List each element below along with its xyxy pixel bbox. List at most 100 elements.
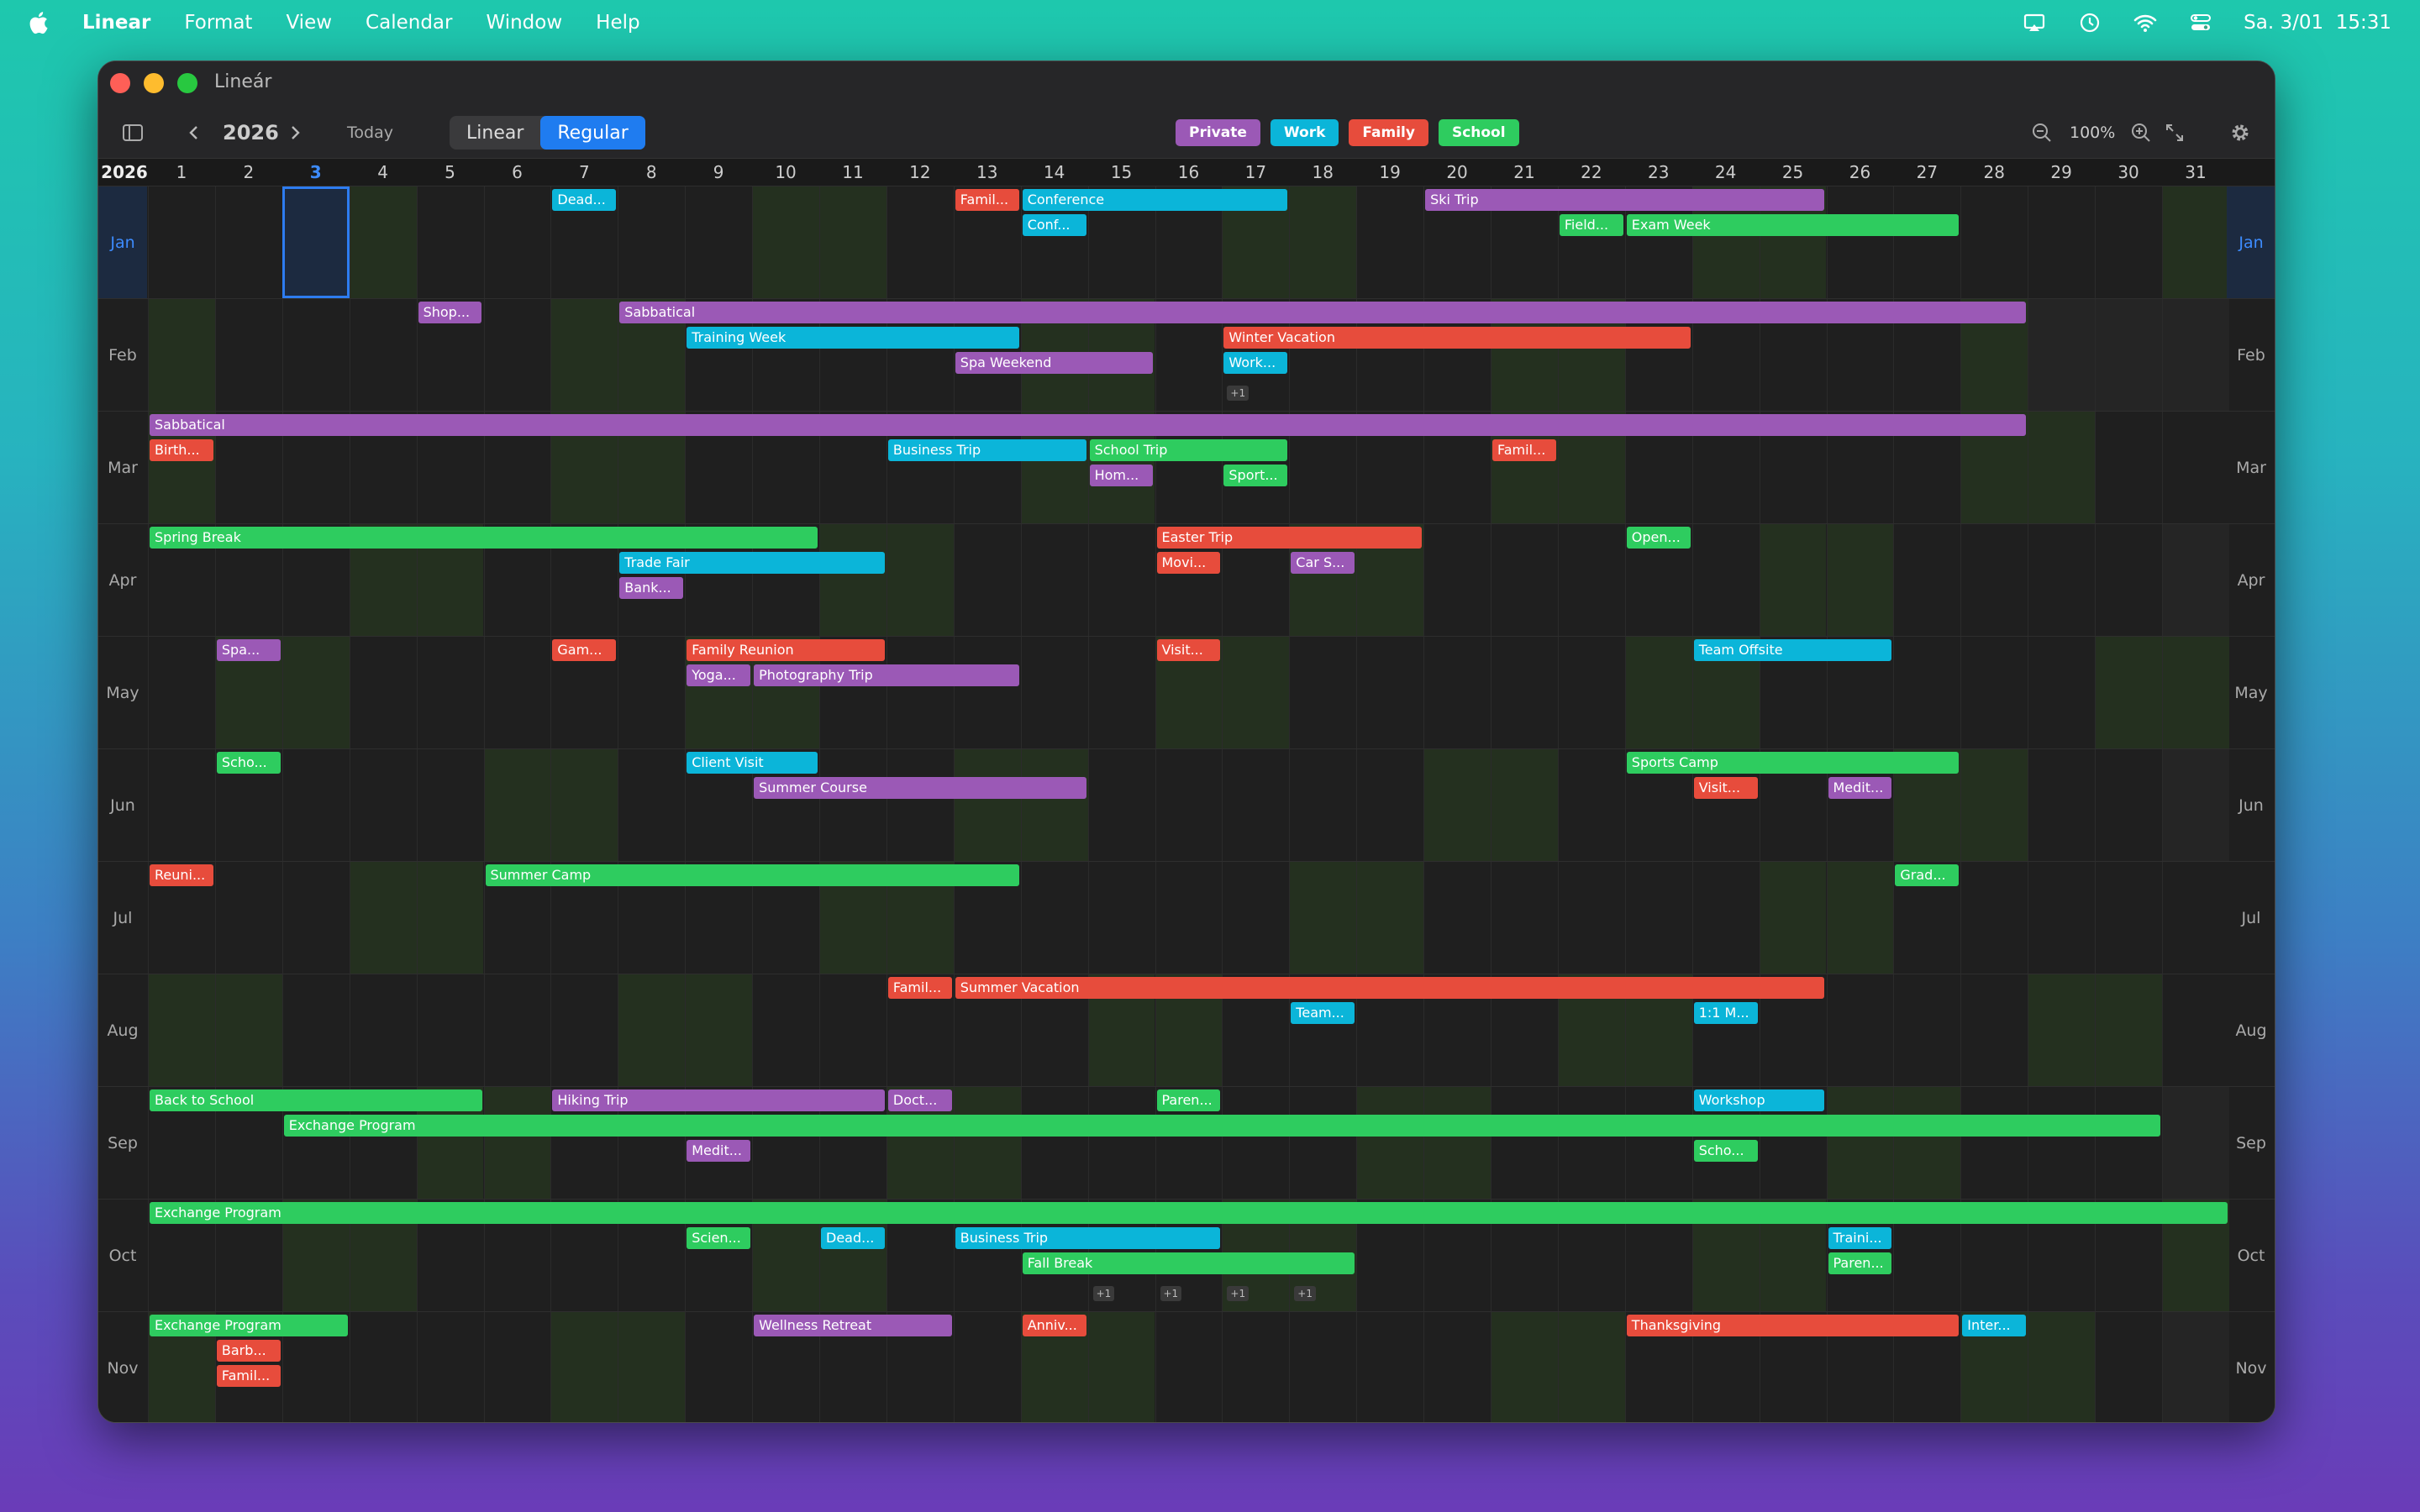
day-cell[interactable] xyxy=(2162,412,2229,523)
day-cell[interactable] xyxy=(1624,637,1692,748)
fit-to-window-button[interactable] xyxy=(2162,107,2187,159)
day-cell[interactable] xyxy=(618,749,685,861)
day-cell[interactable] xyxy=(2028,974,2096,1086)
day-cell[interactable] xyxy=(1087,749,1155,861)
day-cell[interactable] xyxy=(618,974,686,1086)
day-cell[interactable] xyxy=(2028,749,2095,861)
day-cell[interactable] xyxy=(483,637,551,748)
event-bar[interactable]: Paren... xyxy=(1828,1252,1892,1274)
day-cell[interactable] xyxy=(1826,862,1894,974)
day-cell[interactable] xyxy=(1826,524,1894,636)
day-cell[interactable] xyxy=(1893,524,1960,636)
event-bar[interactable]: Work... xyxy=(1223,352,1288,374)
event-bar[interactable]: Bank... xyxy=(619,577,684,599)
zoom-button[interactable] xyxy=(177,73,197,93)
day-cell[interactable] xyxy=(1356,862,1424,974)
day-cell[interactable] xyxy=(1289,186,1357,298)
day-cell[interactable] xyxy=(1356,186,1423,298)
day-cell[interactable] xyxy=(483,186,551,298)
event-bar[interactable]: Spring Break xyxy=(150,527,818,549)
day-cell[interactable] xyxy=(2028,637,2095,748)
event-bar[interactable]: Back to School xyxy=(150,1089,482,1111)
day-cell[interactable] xyxy=(1087,1087,1155,1199)
day-cell[interactable] xyxy=(1423,1087,1491,1199)
event-bar[interactable]: Summer Vacation xyxy=(955,977,1825,999)
day-cell[interactable] xyxy=(148,186,215,298)
event-bar[interactable]: Client Visit xyxy=(687,752,818,774)
day-cell[interactable] xyxy=(1222,749,1289,861)
day-cell[interactable] xyxy=(1356,1312,1423,1422)
day-cell[interactable] xyxy=(281,974,350,1086)
day-cell[interactable] xyxy=(1624,862,1692,974)
day-cell[interactable] xyxy=(1624,1087,1692,1199)
day-cell[interactable] xyxy=(618,1312,686,1422)
day-cell[interactable] xyxy=(281,186,350,298)
time-machine-icon[interactable] xyxy=(2077,10,2102,35)
day-cell[interactable] xyxy=(349,862,417,974)
day-cell[interactable] xyxy=(1960,186,2028,298)
day-cell[interactable] xyxy=(1423,862,1491,974)
day-cell[interactable] xyxy=(1960,974,2028,1086)
day-cell[interactable] xyxy=(819,749,886,861)
menu-format[interactable]: Format xyxy=(184,12,252,34)
tag-family[interactable]: Family xyxy=(1349,119,1428,146)
day-cell[interactable] xyxy=(685,1312,752,1422)
day-cell[interactable] xyxy=(1423,637,1491,748)
day-cell[interactable] xyxy=(752,974,819,1086)
day-cell[interactable] xyxy=(2162,186,2229,298)
day-cell[interactable] xyxy=(886,749,954,861)
event-bar[interactable]: Team... xyxy=(1291,1002,1355,1024)
day-cell[interactable] xyxy=(1491,1312,1558,1422)
event-bar[interactable]: Winter Vacation xyxy=(1223,327,1691,349)
event-bar[interactable]: Exchange Program xyxy=(283,1115,2160,1137)
day-cell[interactable] xyxy=(349,637,417,748)
zoom-in-button[interactable] xyxy=(2128,107,2154,159)
day-cell[interactable] xyxy=(618,186,685,298)
event-bar[interactable]: Scho... xyxy=(1693,1140,1758,1162)
apple-icon[interactable] xyxy=(27,10,49,35)
event-bar[interactable]: Dead... xyxy=(552,189,617,211)
day-cell[interactable] xyxy=(1960,862,2028,974)
day-cell[interactable] xyxy=(2095,412,2162,523)
day-cell[interactable] xyxy=(2028,412,2096,523)
day-cell[interactable] xyxy=(1020,1087,1088,1199)
day-cell[interactable] xyxy=(2162,637,2229,748)
event-bar[interactable]: Fall Break xyxy=(1022,1252,1355,1274)
day-cell[interactable] xyxy=(685,186,752,298)
event-bar[interactable]: Field... xyxy=(1559,214,1623,236)
day-cell[interactable] xyxy=(214,299,282,411)
day-cell[interactable] xyxy=(2162,974,2229,1086)
day-cell[interactable] xyxy=(819,186,886,298)
event-bar[interactable]: Sports Camp xyxy=(1626,752,1960,774)
day-cell[interactable] xyxy=(1222,862,1289,974)
day-cell[interactable] xyxy=(886,524,954,636)
event-bar[interactable]: 1:1 M... xyxy=(1693,1002,1758,1024)
event-bar[interactable]: Anniv... xyxy=(1022,1315,1086,1336)
day-cell[interactable] xyxy=(1222,1087,1289,1199)
event-bar[interactable]: Conf... xyxy=(1022,214,1086,236)
menu-calendar[interactable]: Calendar xyxy=(366,12,452,34)
day-cell[interactable] xyxy=(349,749,417,861)
day-cell[interactable] xyxy=(2028,186,2095,298)
day-cell[interactable] xyxy=(1155,749,1223,861)
day-cell[interactable] xyxy=(416,974,484,1086)
day-cell[interactable] xyxy=(416,637,484,748)
day-cell[interactable] xyxy=(1893,186,1960,298)
day-cell[interactable] xyxy=(1087,862,1155,974)
event-bar[interactable]: Scho... xyxy=(216,752,281,774)
day-cell[interactable] xyxy=(550,1312,618,1422)
day-cell[interactable] xyxy=(2162,862,2229,974)
event-bar[interactable]: Exchange Program xyxy=(150,1202,2228,1224)
day-cell[interactable] xyxy=(349,974,417,1086)
day-cell[interactable] xyxy=(349,1312,417,1422)
event-bar[interactable]: Hiking Trip xyxy=(552,1089,885,1111)
tag-work[interactable]: Work xyxy=(1270,119,1339,146)
today-button[interactable]: Today xyxy=(347,107,393,159)
day-cell[interactable] xyxy=(1356,637,1423,748)
event-bar[interactable]: Trade Fair xyxy=(619,552,885,574)
event-bar[interactable]: Training Week xyxy=(687,327,1019,349)
wifi-icon[interactable] xyxy=(2133,10,2158,35)
event-bar[interactable]: Sabbatical xyxy=(619,302,2027,323)
event-bar[interactable]: Paren... xyxy=(1156,1089,1221,1111)
day-cell[interactable] xyxy=(953,1312,1021,1422)
